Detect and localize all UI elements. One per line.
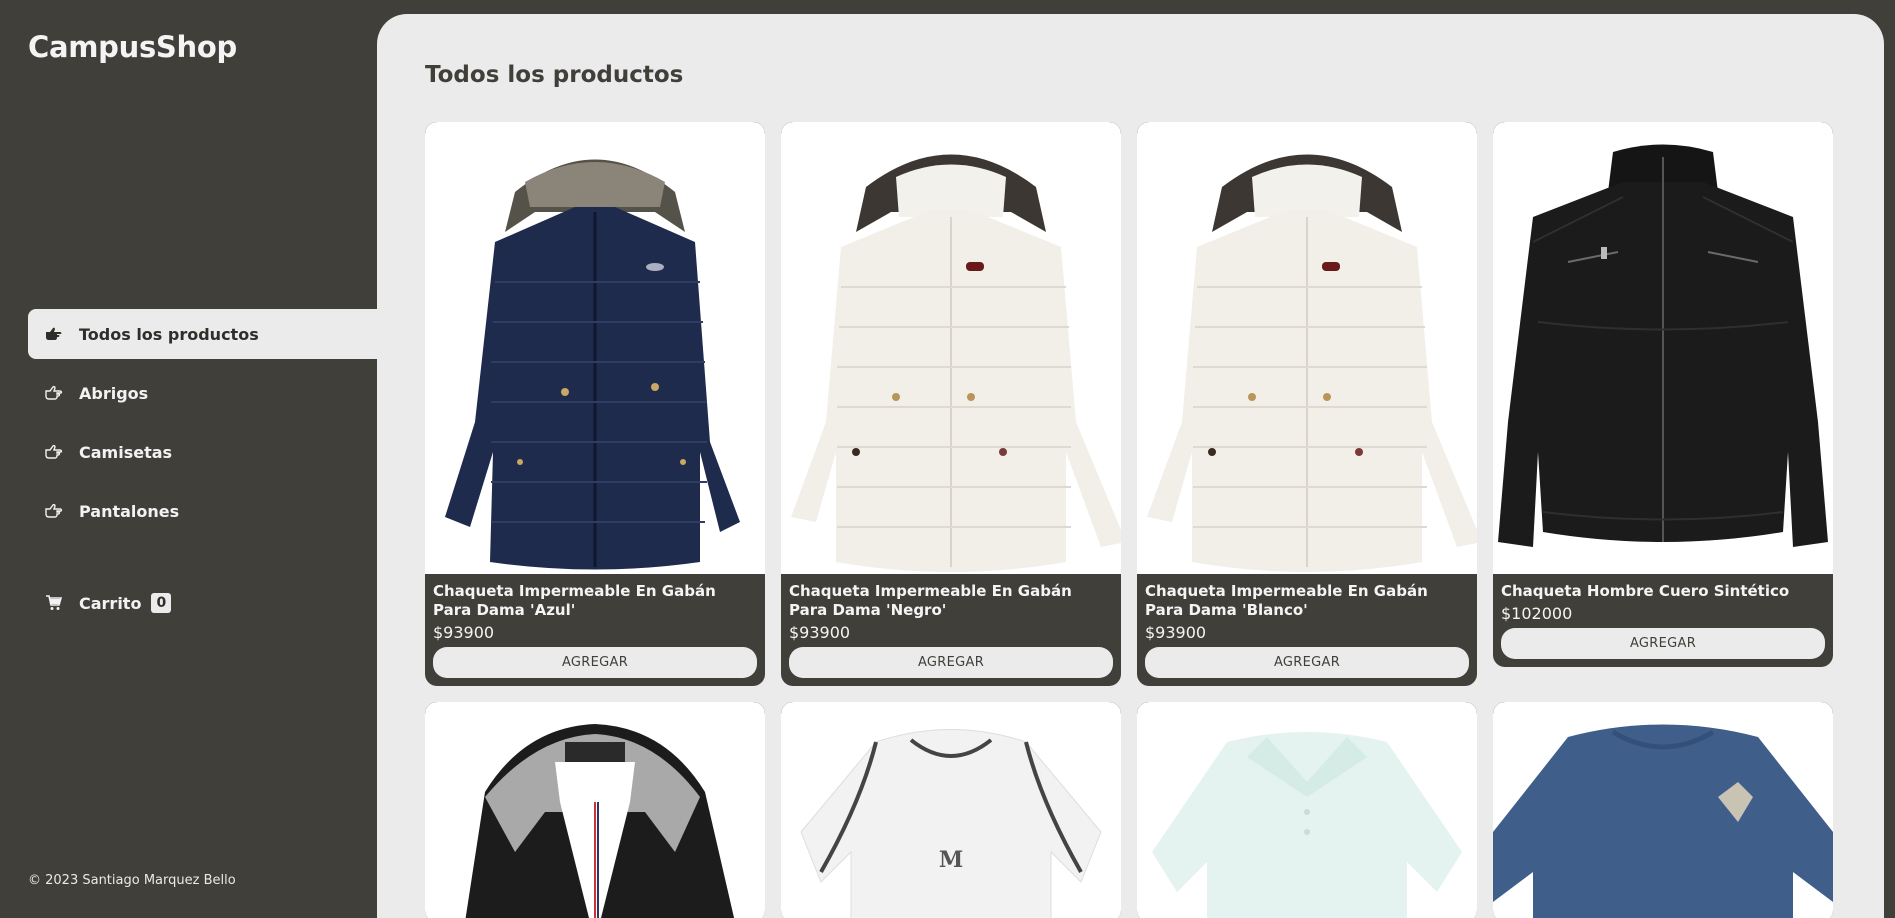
page-title: Todos los productos [425,62,684,88]
product-image-mint-polo-shirt[interactable] [1137,702,1477,918]
cart-icon [44,593,64,613]
product-image-white-puffer-coat[interactable] [1137,122,1477,574]
product-price: $93900 [433,623,495,642]
product-info: Chaqueta Impermeable En Gabán Para Dama … [425,574,765,686]
brand-logo[interactable]: CampusShop [28,30,237,64]
product-name: Chaqueta Impermeable En Gabán Para Dama … [433,582,716,619]
product-name: Chaqueta Impermeable En Gabán Para Dama … [789,582,1072,619]
product-card: Chaqueta Impermeable En Gabán Para Dama … [1137,122,1477,686]
product-card: Chaqueta Impermeable En Gabán Para Dama … [425,122,765,686]
footer-copyright: © 2023 Santiago Marquez Bello [28,873,236,888]
product-price: $93900 [1145,623,1207,642]
product-grid: Chaqueta Impermeable En Gabán Para Dama … [425,122,1833,918]
product-image-navy-puffer-coat[interactable] [425,122,765,574]
product-name: Chaqueta Hombre Cuero Sintético [1501,582,1790,600]
cart-button[interactable]: Carrito 0 [28,578,172,628]
pointing-hand-icon [44,324,64,344]
add-to-cart-button[interactable]: AGREGAR [789,647,1113,678]
pointing-hand-outline-icon [44,442,64,462]
nav-item-camisetas[interactable]: Camisetas [28,427,377,477]
nav-item-pantalones[interactable]: Pantalones [28,486,377,536]
main-content: Todos los productos Chaqueta Impermeable… [377,14,1884,918]
product-card [1137,702,1477,918]
nav-item-label: Abrigos [79,383,149,403]
product-image-white-puffer-coat[interactable] [781,122,1121,574]
product-card [425,702,765,918]
add-to-cart-button[interactable]: AGREGAR [433,647,757,678]
nav-item-label: Pantalones [79,501,180,521]
product-card: Chaqueta Hombre Cuero Sintético $102000 … [1493,122,1833,667]
product-info: Chaqueta Impermeable En Gabán Para Dama … [781,574,1121,686]
product-image-blue-tshirt[interactable] [1493,702,1833,918]
cart-count-badge: 0 [151,593,172,613]
nav-item-label: Camisetas [79,442,173,462]
pointing-hand-outline-icon [44,501,64,521]
product-card: Chaqueta Impermeable En Gabán Para Dama … [781,122,1121,686]
sidebar: CampusShop Todos los productos Abrigos C… [0,0,377,918]
product-info: Chaqueta Impermeable En Gabán Para Dama … [1137,574,1477,686]
product-image-white-tshirt[interactable]: M [781,702,1121,918]
product-image-black-hooded-jacket[interactable] [425,702,765,918]
category-nav: Todos los productos Abrigos Camisetas Pa… [28,309,377,545]
product-info: Chaqueta Hombre Cuero Sintético $102000 … [1493,574,1833,667]
add-to-cart-button[interactable]: AGREGAR [1145,647,1469,678]
product-price: $93900 [789,623,851,642]
product-card: M [781,702,1121,918]
cart-label: Carrito [79,593,142,613]
add-to-cart-button[interactable]: AGREGAR [1501,628,1825,659]
pointing-hand-outline-icon [44,383,64,403]
nav-item-abrigos[interactable]: Abrigos [28,368,377,418]
nav-item-todos[interactable]: Todos los productos [28,309,377,359]
product-price: $102000 [1501,604,1573,623]
svg-text:M: M [939,847,963,873]
nav-item-label: Todos los productos [79,324,259,344]
product-name: Chaqueta Impermeable En Gabán Para Dama … [1145,582,1428,619]
product-card [1493,702,1833,918]
product-image-black-leather-jacket[interactable] [1493,122,1833,574]
